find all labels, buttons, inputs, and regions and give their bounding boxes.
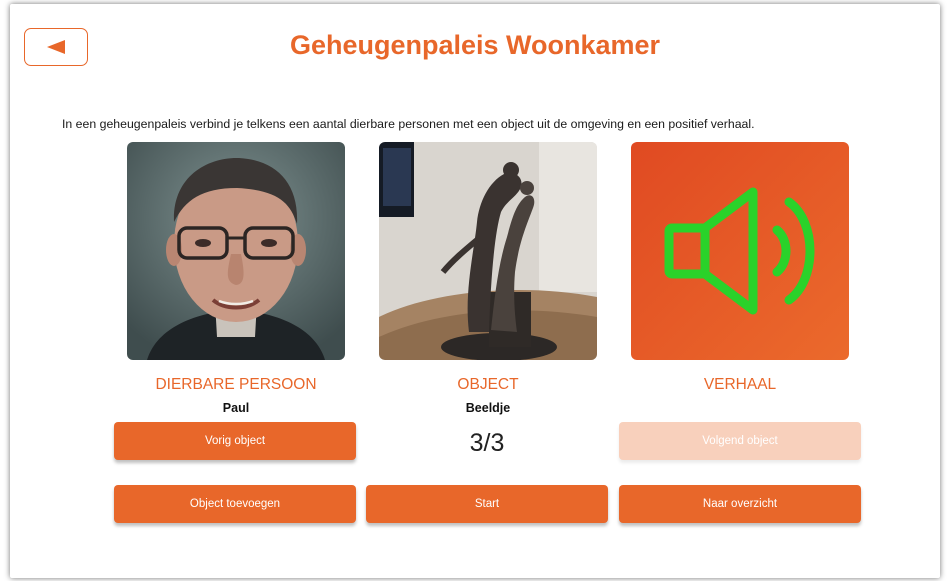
person-label: DIERBARE PERSOON	[155, 376, 317, 393]
start-button[interactable]: Start	[366, 485, 608, 523]
page-title: Geheugenpaleis Woonkamer	[289, 30, 661, 60]
object-name: Beeldje	[465, 401, 511, 415]
story-label: VERHAAL	[703, 376, 777, 393]
object-photo[interactable]	[379, 142, 597, 360]
person-name: Paul	[222, 401, 250, 415]
intro-text: In een geheugenpaleis verbind je telkens…	[62, 117, 755, 131]
previous-object-button[interactable]: Vorig object	[114, 422, 356, 460]
app-window: Geheugenpaleis Woonkamer In een geheugen…	[10, 4, 940, 578]
object-counter: 3/3	[469, 429, 505, 457]
overview-button[interactable]: Naar overzicht	[619, 485, 861, 523]
story-audio-tile[interactable]	[631, 142, 849, 360]
object-label: OBJECT	[457, 376, 519, 393]
next-object-button[interactable]: Volgend object	[619, 422, 861, 460]
person-photo[interactable]	[127, 142, 345, 360]
add-object-button[interactable]: Object toevoegen	[114, 485, 356, 523]
